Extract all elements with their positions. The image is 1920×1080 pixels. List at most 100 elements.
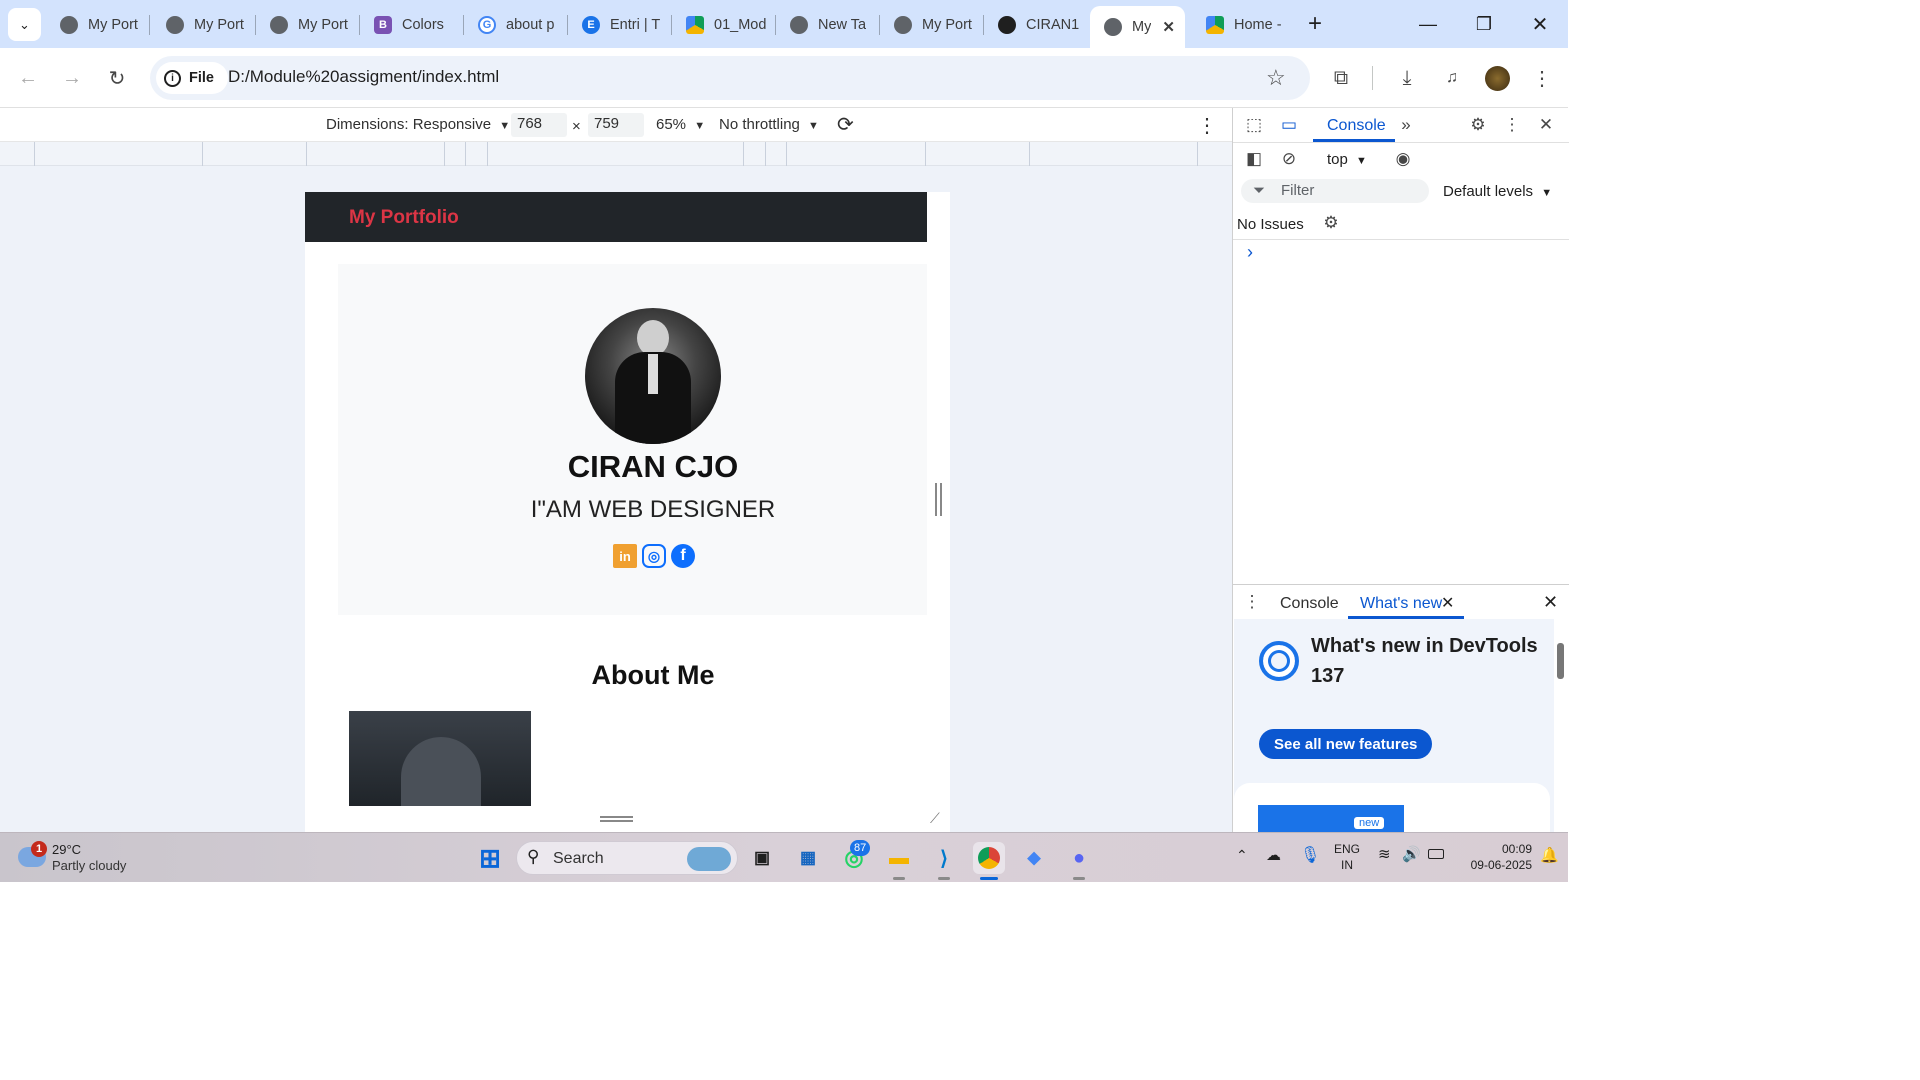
volume-icon[interactable]: 🔊: [1402, 845, 1421, 863]
media-control-icon[interactable]: ♫: [1436, 62, 1468, 94]
clock-date: 09-06-2025: [1470, 858, 1532, 872]
close-drawer-icon[interactable]: ✕: [1543, 592, 1558, 613]
tab[interactable]: E Entri | T: [568, 8, 668, 42]
resize-corner-icon[interactable]: ⟋: [930, 810, 940, 827]
vscode-icon[interactable]: ⟩: [928, 842, 960, 874]
taskbar-search-box[interactable]: ⚲ Search: [516, 841, 738, 875]
tab[interactable]: Home -: [1192, 8, 1292, 42]
instagram-icon[interactable]: ◎: [642, 544, 666, 568]
ms-store-icon[interactable]: ▦: [792, 842, 824, 874]
globe-icon: [166, 16, 184, 34]
drive-icon: [686, 16, 704, 34]
search-icon: ⚲: [527, 847, 540, 866]
drawer-tab-whats-new[interactable]: What's new: [1360, 595, 1442, 613]
restore-button[interactable]: ❐: [1456, 0, 1512, 48]
settings-gear-icon[interactable]: ⚙: [1465, 112, 1491, 138]
throttling-select[interactable]: No throttling ▼: [719, 116, 819, 133]
weather-widget[interactable]: 1 29°C Partly cloudy: [18, 839, 158, 877]
tab-separator: [149, 15, 150, 35]
chrome-menu-icon[interactable]: ⋮: [1526, 62, 1558, 94]
width-input[interactable]: 768: [511, 113, 567, 137]
rotate-icon[interactable]: ⟳: [837, 112, 854, 137]
close-window-button[interactable]: ✕: [1512, 0, 1568, 48]
console-prompt-icon[interactable]: ›: [1247, 242, 1253, 263]
resize-handle-right[interactable]: [935, 483, 942, 516]
context-select[interactable]: top ▼: [1327, 151, 1367, 168]
globe-icon: [60, 16, 78, 34]
microphone-icon[interactable]: 🎙: [1300, 845, 1320, 865]
tab-title: about p: [506, 17, 555, 33]
sidebar-toggle-icon[interactable]: ◧: [1241, 146, 1267, 172]
url-text[interactable]: D:/Module%20assigment/index.html: [228, 67, 499, 87]
more-tabs-icon[interactable]: »: [1393, 112, 1419, 138]
hero-section: CIRAN CJO I"AM WEB DESIGNER in ◎ f: [338, 264, 927, 615]
console-settings-icon[interactable]: ⚙: [1318, 210, 1344, 236]
tab-console[interactable]: Console: [1327, 117, 1386, 135]
drawer-menu-icon[interactable]: ⋮: [1239, 589, 1265, 615]
close-tab-icon[interactable]: ✕: [1441, 593, 1454, 613]
issues-count[interactable]: No Issues: [1237, 216, 1304, 233]
close-tab-icon[interactable]: ✕: [1162, 18, 1175, 36]
linkedin-icon[interactable]: in: [613, 544, 637, 568]
device-toggle-icon[interactable]: ▭: [1276, 112, 1302, 138]
scrollbar-thumb[interactable]: [1557, 643, 1564, 679]
drawer-tab-console[interactable]: Console: [1280, 595, 1339, 613]
omnibox[interactable]: i File D:/Module%20assigment/index.html …: [150, 56, 1310, 100]
tab[interactable]: My Port: [46, 8, 146, 42]
start-windows-icon[interactable]: ⊞: [474, 842, 506, 874]
facebook-icon[interactable]: f: [671, 544, 695, 568]
info-icon: i: [164, 69, 181, 87]
bookmark-star-icon[interactable]: ☆: [1266, 65, 1286, 91]
battery-icon[interactable]: [1428, 849, 1444, 859]
back-icon[interactable]: ←: [12, 62, 44, 94]
inspect-element-icon[interactable]: ⬚: [1241, 112, 1267, 138]
reload-icon[interactable]: ↻: [101, 62, 133, 94]
more-options-icon[interactable]: ⋮: [1197, 113, 1217, 138]
download-icon[interactable]: ⤓: [1391, 62, 1423, 94]
new-tab-button[interactable]: +: [1302, 10, 1328, 38]
file-explorer-icon[interactable]: ▬: [883, 842, 915, 874]
profile-avatar[interactable]: [1485, 66, 1510, 91]
clock[interactable]: 00:09 09-06-2025: [1456, 841, 1532, 873]
media-query-ruler[interactable]: [0, 142, 1232, 166]
tab[interactable]: CIRAN1: [984, 8, 1084, 42]
log-levels-select[interactable]: Default levels ▼: [1443, 183, 1552, 200]
tab[interactable]: B Colors: [360, 8, 460, 42]
live-expression-eye-icon[interactable]: ◉: [1390, 146, 1416, 172]
forward-icon[interactable]: →: [56, 62, 88, 94]
console-filter-input[interactable]: ⏷ Filter: [1241, 179, 1429, 203]
git-icon[interactable]: ◆: [1018, 842, 1050, 874]
tab[interactable]: My Port: [152, 8, 252, 42]
taskbar-search-label: Search: [553, 850, 604, 867]
task-view-icon[interactable]: ▣: [746, 842, 778, 874]
notification-bell-icon[interactable]: 🔔: [1540, 846, 1559, 864]
extensions-icon[interactable]: ⧉: [1325, 62, 1357, 94]
tab[interactable]: New Ta: [776, 8, 876, 42]
site-info-chip[interactable]: i File: [156, 62, 228, 94]
see-all-features-button[interactable]: See all new features: [1259, 729, 1433, 759]
tab[interactable]: Gabout p: [464, 8, 564, 42]
tab[interactable]: 01_Mod: [672, 8, 772, 42]
weather-badge: 1: [31, 841, 47, 857]
discord-icon[interactable]: ●: [1063, 842, 1095, 874]
language-indicator[interactable]: ENG IN: [1334, 841, 1360, 873]
height-input[interactable]: 759: [588, 113, 644, 137]
network-offline-icon[interactable]: ☁: [1266, 846, 1281, 864]
site-brand[interactable]: My Portfolio: [349, 207, 459, 229]
zoom-select[interactable]: 65% ▼: [656, 116, 705, 133]
close-devtools-icon[interactable]: ✕: [1533, 112, 1559, 138]
tab-search-button[interactable]: ⌄: [8, 8, 41, 41]
tab[interactable]: My Port: [256, 8, 356, 42]
resize-handle-bottom[interactable]: [600, 816, 633, 822]
show-hidden-icons-chevron[interactable]: ⌃: [1236, 847, 1248, 864]
wifi-icon[interactable]: ≋: [1378, 845, 1391, 863]
customize-menu-icon[interactable]: ⋮: [1499, 112, 1525, 138]
devtools-drawer: ⋮ Console What's new ✕ ✕ What's new in D…: [1233, 584, 1569, 845]
device-toolbar: Dimensions: Responsive ▼ 768 × 759 65% ▼…: [0, 108, 1232, 142]
chrome-icon[interactable]: [973, 842, 1005, 874]
tab[interactable]: My Port: [880, 8, 980, 42]
minimize-button[interactable]: —: [1400, 0, 1456, 48]
tab-active[interactable]: My ✕: [1090, 6, 1185, 48]
clear-console-icon[interactable]: ⊘: [1276, 146, 1302, 172]
dimensions-select[interactable]: Dimensions: Responsive ▼: [326, 116, 510, 133]
